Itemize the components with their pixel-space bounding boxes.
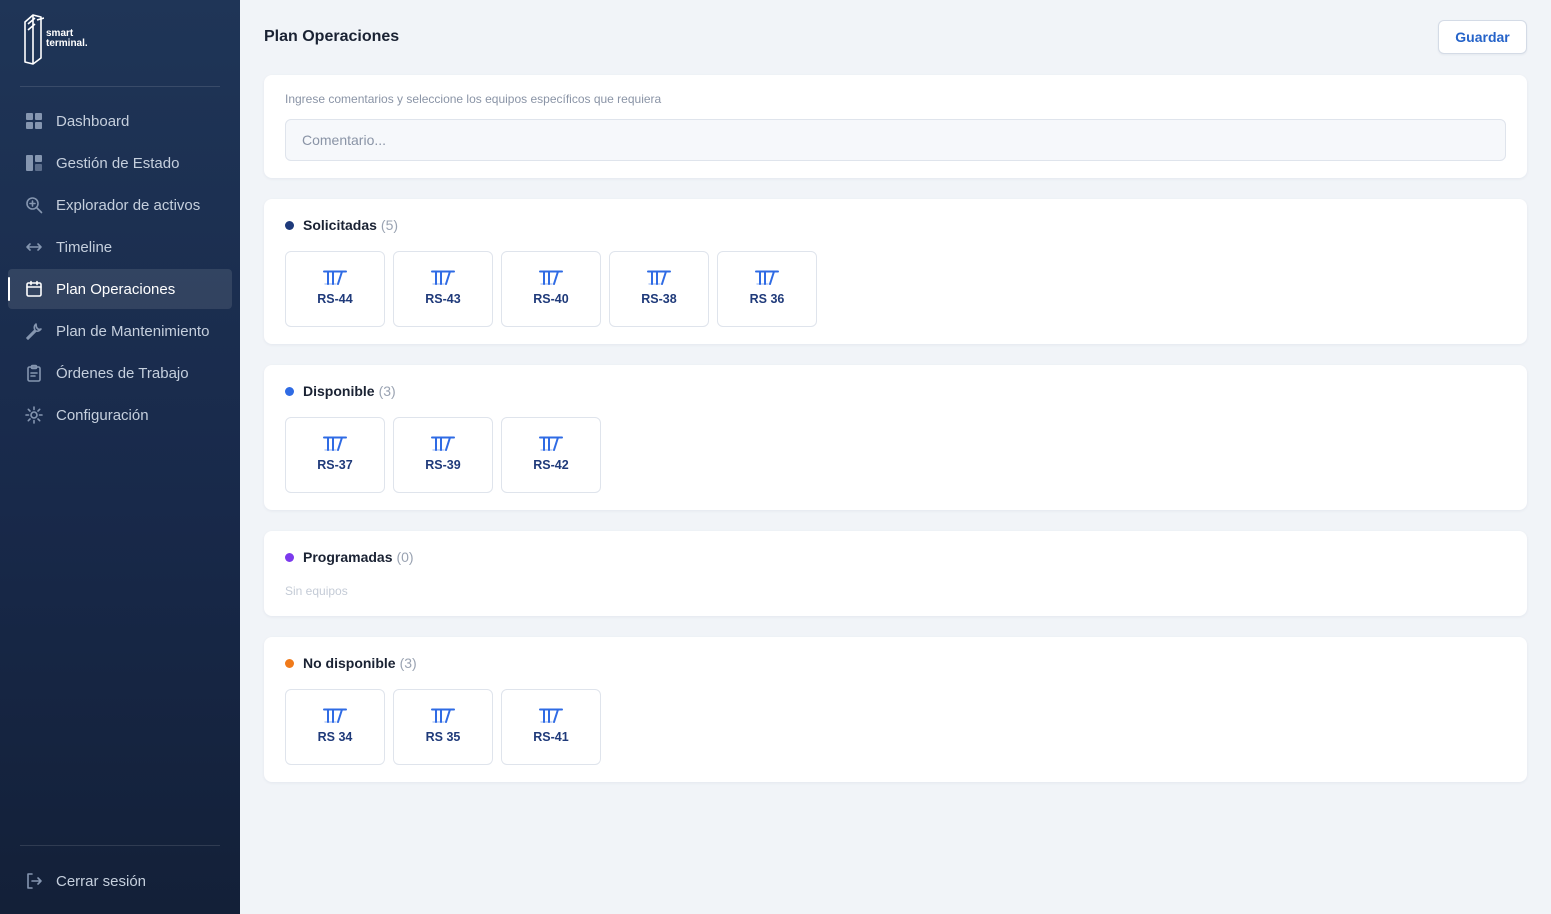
section-count: (3) [378, 383, 396, 399]
equipment-tile[interactable]: RS-41 [501, 689, 601, 765]
equipment-label: RS-40 [533, 292, 569, 306]
comment-hint: Ingrese comentarios y seleccione los equ… [285, 92, 662, 106]
logo-icon [24, 14, 44, 65]
logout-icon [24, 871, 44, 891]
equipment-label: RS-43 [425, 292, 461, 306]
equipment-tile[interactable]: RS-38 [609, 251, 709, 327]
sidebar-item-configuracion[interactable]: Configuración [8, 395, 232, 435]
wrench-icon [24, 321, 44, 341]
status-dot [285, 386, 294, 396]
equipment-label: RS 34 [317, 730, 353, 744]
comment-input[interactable] [285, 119, 1506, 161]
equipment-tile[interactable]: RS-44 [285, 251, 385, 327]
sidebar-item-plan-operaciones[interactable]: Plan Operaciones [8, 269, 232, 309]
sidebar-divider-top [20, 86, 220, 87]
status-dot [285, 658, 294, 668]
equipment-label: RS-39 [425, 458, 461, 472]
sidebar-item-label: Dashboard [56, 112, 130, 130]
sidebar-item-label: Configuración [56, 406, 149, 424]
equipment-tile[interactable]: RS 35 [393, 689, 493, 765]
save-button[interactable]: Guardar [1438, 20, 1527, 54]
sidebar: smart terminal. Dashboard Gestión de Est… [0, 0, 240, 914]
equipment-tile[interactable]: RS-37 [285, 417, 385, 493]
crane-icon [431, 707, 455, 723]
equipment-label: RS-41 [533, 730, 569, 744]
crane-icon [539, 707, 563, 723]
crane-icon [323, 435, 347, 451]
equipment-list: RS-44 RS-43 RS-40 RS-38 RS 36 [285, 251, 825, 327]
equipment-label: RS 36 [749, 292, 785, 306]
gear-icon [24, 405, 44, 425]
section-disponible: Disponible (3) RS-37 RS-39 RS-42 [264, 365, 1527, 510]
section-count: (5) [380, 217, 399, 233]
status-dot [285, 552, 294, 562]
equipment-tile[interactable]: RS-39 [393, 417, 493, 493]
section-no-disponible: No disponible (3) RS 34 RS 35 RS-41 [264, 637, 1527, 782]
sidebar-item-label: Explorador de activos [56, 196, 201, 214]
equipment-label: RS-44 [317, 292, 353, 306]
logo-line-2: terminal. [46, 38, 88, 49]
section-header: Disponible (3) [285, 383, 396, 399]
sidebar-item-ordenes-de-trabajo[interactable]: Órdenes de Trabajo [8, 353, 232, 393]
sidebar-item-timeline[interactable]: Timeline [8, 227, 232, 267]
crane-icon [539, 435, 563, 451]
arrows-horizontal-icon [24, 237, 44, 257]
sidebar-item-label: Timeline [56, 238, 113, 256]
section-header: Programadas (0) [285, 549, 414, 565]
sidebar-item-dashboard[interactable]: Dashboard [8, 101, 232, 141]
section-title: No disponible [303, 655, 396, 671]
empty-state: Sin equipos [285, 584, 348, 598]
section-solicitadas: Solicitadas (5) RS-44 RS-43 RS-40 RS-38 RS 3… [264, 199, 1527, 344]
crane-icon [323, 707, 347, 723]
sidebar-item-label: Órdenes de Trabajo [56, 364, 189, 382]
equipment-tile[interactable]: RS-40 [501, 251, 601, 327]
equipment-list: RS 34 RS 35 RS-41 [285, 689, 609, 765]
crane-icon [755, 269, 779, 285]
section-title: Solicitadas [303, 217, 377, 233]
crane-icon [647, 269, 671, 285]
sidebar-divider-bottom [20, 845, 220, 846]
clipboard-icon [24, 363, 44, 383]
section-count: (0) [396, 549, 414, 565]
calendar-icon [24, 279, 44, 299]
section-title: Disponible [303, 383, 375, 399]
main-content: Plan Operaciones Guardar Ingrese comenta… [240, 0, 1551, 914]
sidebar-item-label: Plan de Mantenimiento [56, 322, 210, 340]
layout-icon [24, 153, 44, 173]
grid-icon [24, 111, 44, 131]
equipment-label: RS 35 [425, 730, 461, 744]
crane-icon [431, 435, 455, 451]
sidebar-item-plan-de-mantenimiento[interactable]: Plan de Mantenimiento [8, 311, 232, 351]
search-plus-icon [24, 195, 44, 215]
sidebar-item-gestion-de-estado[interactable]: Gestión de Estado [8, 143, 232, 183]
sidebar-item-explorador-de-activos[interactable]: Explorador de activos [8, 185, 232, 225]
status-dot [285, 220, 294, 230]
equipment-tile[interactable]: RS 34 [285, 689, 385, 765]
comment-card: Ingrese comentarios y seleccione los equ… [264, 75, 1527, 178]
crane-icon [323, 269, 347, 285]
equipment-label: RS-38 [641, 292, 677, 306]
section-programadas: Programadas (0) Sin equipos [264, 531, 1527, 616]
section-count: (3) [399, 655, 417, 671]
sidebar-nav: Dashboard Gestión de Estado Explorador d… [8, 101, 232, 437]
crane-icon [539, 269, 563, 285]
page-title: Plan Operaciones [264, 28, 400, 45]
smart-terminal-logo[interactable]: smart terminal. [22, 12, 88, 66]
section-header: Solicitadas (5) [285, 217, 398, 233]
equipment-tile[interactable]: RS-42 [501, 417, 601, 493]
equipment-label: RS-37 [317, 458, 353, 472]
equipment-list: RS-37 RS-39 RS-42 [285, 417, 609, 493]
crane-icon [431, 269, 455, 285]
sidebar-item-label: Plan Operaciones [56, 280, 176, 298]
equipment-label: RS-42 [533, 458, 569, 472]
section-header: No disponible (3) [285, 655, 417, 671]
logout-button[interactable]: Cerrar sesión [8, 861, 232, 901]
equipment-tile[interactable]: RS-43 [393, 251, 493, 327]
equipment-tile[interactable]: RS 36 [717, 251, 817, 327]
section-title: Programadas [303, 549, 393, 565]
logo-wordmark: smart terminal. [46, 29, 88, 49]
sidebar-item-label: Gestión de Estado [56, 154, 180, 172]
logout-label: Cerrar sesión [56, 872, 147, 890]
